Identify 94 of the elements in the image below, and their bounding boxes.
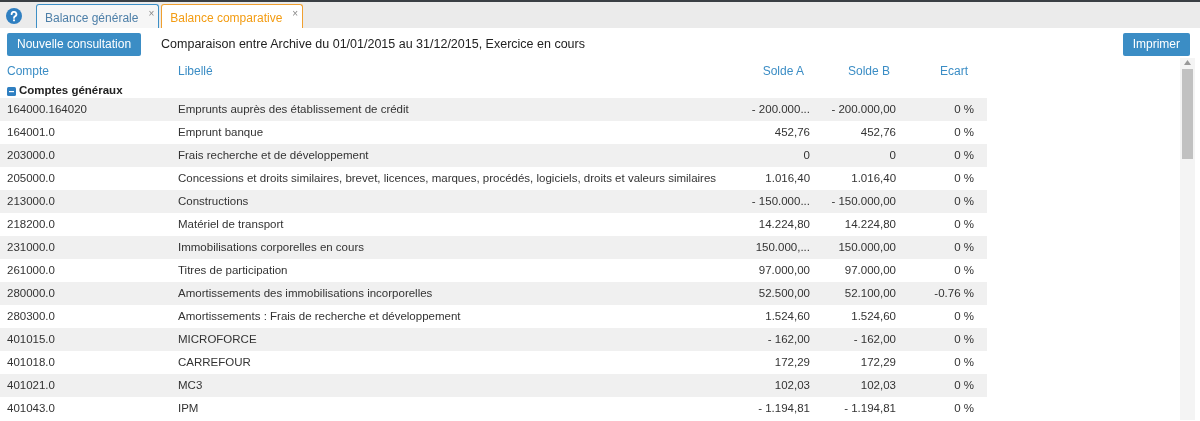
balance-b: - 162,00: [853, 332, 896, 345]
balance-b: 0: [889, 148, 896, 161]
column-header: Solde B: [847, 63, 890, 78]
account-label: Immobilisations corporelles en cours: [178, 240, 364, 253]
balance-b: 172,29: [860, 355, 896, 368]
difference: 0 %: [954, 217, 974, 230]
balance-b: 150.000,00: [838, 240, 896, 253]
account-number: 205000.0: [7, 171, 55, 184]
account-number: 280000.0: [7, 286, 55, 299]
balance-a: 1.016,40: [765, 171, 811, 184]
close-icon[interactable]: ×: [292, 9, 299, 19]
table-row[interactable]: 231000.0 Immobilisations corporelles en cours 150.000,... 150.000,00 0 %: [0, 236, 987, 259]
table-row[interactable]: 203000.0 Frais recherche et de développement 0 0 0 %: [0, 144, 987, 167]
balance-b: 52.100,00: [844, 286, 896, 299]
balance-b: 14.224,80: [844, 217, 896, 230]
difference: 0 %: [954, 125, 974, 138]
account-label: Emprunts auprès des établissement de crédit: [178, 102, 409, 115]
account-label: MICROFORCE: [178, 332, 257, 345]
comparison-title: Comparaison entre Archive du 01/01/2015 au 31/12/2015, Exercice en cours: [161, 35, 586, 53]
account-number: 218200.0: [7, 217, 55, 230]
difference: 0 %: [954, 102, 974, 115]
tab[interactable]: Balance comparative ×: [161, 4, 304, 28]
scroll-up-icon[interactable]: [1184, 60, 1191, 65]
difference: 0 %: [954, 309, 974, 322]
balance-b: - 150.000,00: [831, 194, 896, 207]
column-header: Solde A: [762, 63, 804, 78]
account-label: Matériel de transport: [178, 217, 284, 230]
difference: 0 %: [954, 240, 974, 253]
balance-a: 1.524,60: [765, 309, 810, 322]
table-row[interactable]: 164000.164020 Emprunts auprès des établissement de crédit - 200.000... - 200.000,00 0 %: [0, 98, 987, 121]
collapse-icon[interactable]: [7, 86, 16, 96]
table-row[interactable]: 401015.0 MICROFORCE - 162,00 - 162,00 0 %: [0, 328, 987, 351]
column-header: Compte: [7, 63, 50, 78]
balance-a: 150.000,...: [755, 240, 810, 253]
column-header: Libellé: [178, 63, 213, 78]
balance-b: 1.016,40: [851, 171, 897, 184]
difference: 0 %: [954, 401, 974, 414]
new-consultation-button[interactable]: Nouvelle consultation: [7, 32, 142, 56]
account-number: 203000.0: [7, 148, 55, 161]
account-label: Emprunt banque: [178, 125, 264, 138]
balance-a: 172,29: [774, 355, 810, 368]
balance-a: - 162,00: [767, 332, 810, 345]
help-icon[interactable]: [6, 8, 22, 24]
balance-a: 97.000,00: [758, 263, 810, 276]
balance-a: - 200.000...: [751, 102, 810, 115]
tab[interactable]: Balance générale ×: [36, 4, 160, 28]
account-number: 401018.0: [7, 355, 55, 368]
account-number: 280300.0: [7, 309, 55, 322]
account-label: Amortissements : Frais de recherche et développement: [178, 309, 461, 322]
account-label: Amortissements des immobilisations incorporelles: [178, 286, 433, 299]
account-number: 231000.0: [7, 240, 55, 253]
account-label: CARREFOUR: [178, 355, 251, 368]
balance-b: 1.524,60: [851, 309, 896, 322]
difference: 0 %: [954, 171, 974, 184]
balance-a: 52.500,00: [758, 286, 810, 299]
group-label: Comptes généraux: [19, 83, 123, 99]
balance-a: - 150.000...: [751, 194, 810, 207]
account-number: 261000.0: [7, 263, 55, 276]
account-label: MC3: [178, 378, 203, 391]
difference: 0 %: [954, 378, 974, 391]
balance-a: 452,76: [774, 125, 810, 138]
difference: 0 %: [954, 148, 974, 161]
difference: 0 %: [954, 263, 974, 276]
balance-b: 97.000,00: [844, 263, 896, 276]
balance-a: - 1.194,81: [758, 401, 810, 414]
balance-a: 14.224,80: [758, 217, 810, 230]
account-number: 164000.164020: [7, 102, 87, 115]
table-row[interactable]: 213000.0 Constructions - 150.000... - 150.000,00 0 %: [0, 190, 987, 213]
account-number: 164001.0: [7, 125, 55, 138]
account-label: Concessions et droits similaires, brevet, licences, marques, procédés, logiciels, droits et valeurs similaires: [177, 171, 717, 184]
balance-b: 452,76: [860, 125, 896, 138]
difference: 0 %: [954, 355, 974, 368]
scrollbar-thumb[interactable]: [1182, 69, 1193, 159]
difference: -0.76 %: [934, 286, 974, 299]
account-number: 401043.0: [7, 401, 55, 414]
account-label: Frais recherche et de développement: [178, 148, 369, 161]
difference: 0 %: [954, 332, 974, 345]
balance-b: 102,03: [860, 378, 896, 391]
balance-b: - 200.000,00: [831, 102, 896, 115]
account-label: IPM: [178, 401, 199, 414]
account-number: 401015.0: [7, 332, 55, 345]
account-number: 213000.0: [7, 194, 55, 207]
balance-a: 0: [803, 148, 810, 161]
balance-a: 102,03: [774, 378, 810, 391]
print-button[interactable]: Imprimer: [1122, 32, 1190, 56]
table-row[interactable]: 401021.0 MC3 102,03 102,03 0 %: [0, 374, 987, 397]
account-label: Constructions: [178, 194, 249, 207]
account-label: Titres de participation: [178, 263, 288, 276]
balance-b: - 1.194,81: [844, 401, 896, 414]
column-header: Ecart: [940, 63, 968, 78]
account-number: 401021.0: [7, 378, 55, 391]
table-row[interactable]: 280000.0 Amortissements des immobilisations incorporelles 52.500,00 52.100,00 -0.76 %: [0, 282, 987, 305]
difference: 0 %: [954, 194, 974, 207]
scrollbar[interactable]: [1180, 58, 1195, 420]
